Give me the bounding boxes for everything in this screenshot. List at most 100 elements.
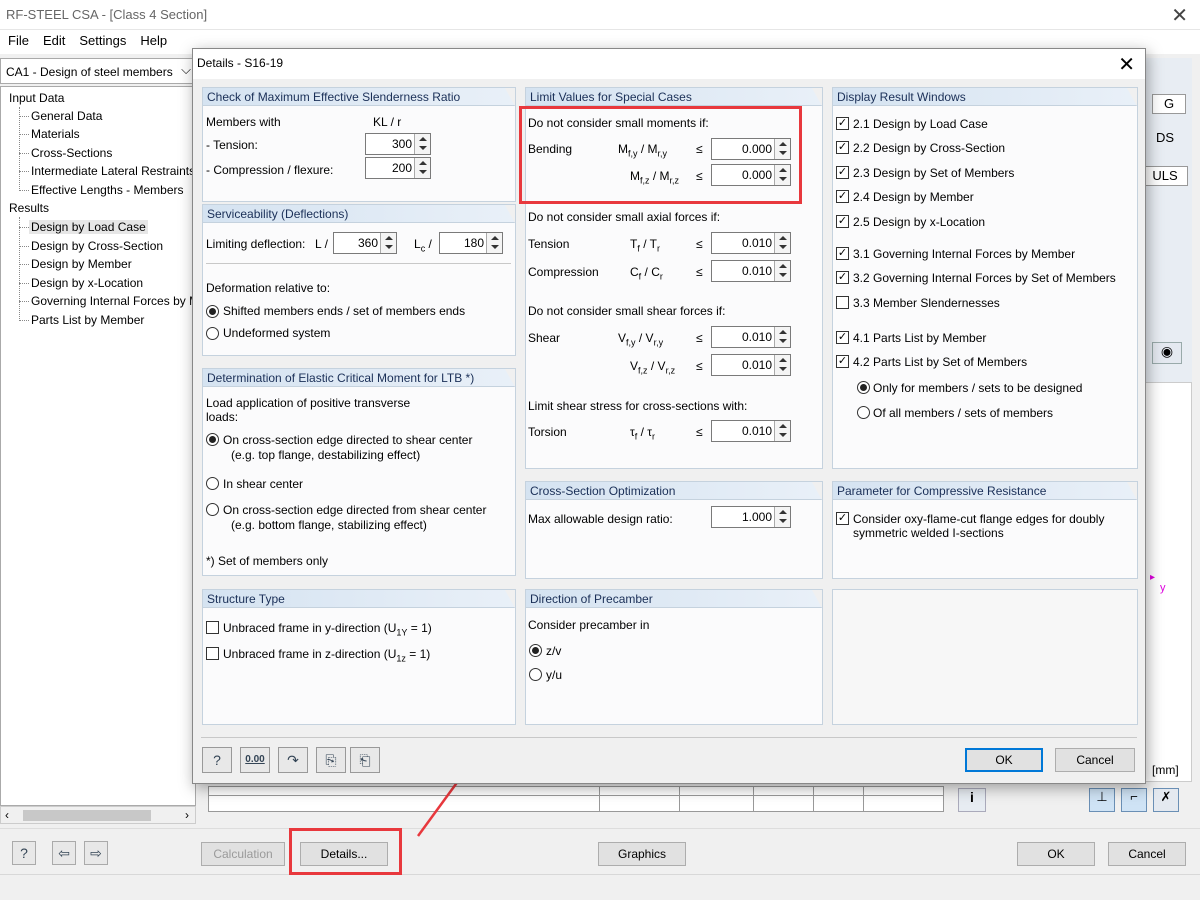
import-icon[interactable]: ⎗ — [350, 747, 380, 773]
checkbox-window-3-1[interactable]: ✓ — [836, 247, 849, 260]
deflection-limit-input[interactable]: 360 — [333, 232, 397, 254]
tree-header-results[interactable]: Results — [9, 201, 49, 215]
spin-arrows-icon[interactable] — [486, 233, 502, 253]
menu-help[interactable]: Help — [140, 33, 167, 48]
tree-item-governing-forces[interactable]: Governing Internal Forces by Member — [31, 294, 195, 308]
spin-arrows-icon[interactable] — [774, 233, 790, 253]
cantilever-deflection-input[interactable]: 180 — [439, 232, 503, 254]
spin-arrows-icon[interactable] — [380, 233, 396, 253]
tension-limit-input[interactable]: 0.010 — [711, 232, 791, 254]
checkbox-window-3-2[interactable]: ✓ — [836, 271, 849, 284]
dialog-cancel-button[interactable]: Cancel — [1055, 748, 1135, 772]
calculation-button[interactable]: Calculation — [201, 842, 285, 866]
radio-in-shear-center[interactable] — [206, 477, 219, 490]
next-window-icon[interactable]: ⇨ — [84, 841, 108, 865]
help-icon[interactable]: ? — [202, 747, 232, 773]
tree-item-effective-lengths[interactable]: Effective Lengths - Members — [31, 183, 184, 197]
radio-undeformed[interactable] — [206, 327, 219, 340]
export-icon[interactable]: ⎘ — [316, 747, 346, 773]
tension-slenderness-input[interactable]: 300 — [365, 133, 431, 155]
checkbox-window-4-1[interactable]: ✓ — [836, 331, 849, 344]
radio-all-members[interactable] — [857, 406, 870, 419]
radio-edge-from-shear-center[interactable] — [206, 503, 219, 516]
scroll-right-icon[interactable]: › — [185, 808, 189, 822]
tab-g[interactable]: G — [1152, 94, 1186, 114]
spin-value: 180 — [463, 236, 484, 250]
radio-precamber-yu[interactable] — [529, 668, 542, 681]
group-header: Limit Values for Special Cases — [526, 88, 822, 106]
previous-window-icon[interactable]: ⇦ — [52, 841, 76, 865]
spin-value: 0.010 — [741, 264, 772, 278]
help-icon[interactable]: ? — [12, 841, 36, 865]
undo-icon[interactable]: ↷ — [278, 747, 308, 773]
tree-item-design-by-cross-section[interactable]: Design by Cross-Section — [31, 239, 163, 253]
graphic-canvas[interactable] — [1140, 382, 1192, 782]
main-cancel-button[interactable]: Cancel — [1108, 842, 1186, 866]
tab-uls[interactable]: ULS — [1142, 166, 1188, 186]
checkbox-window-4-2[interactable]: ✓ — [836, 355, 849, 368]
info-icon[interactable]: i — [958, 788, 986, 812]
case-select-value: CA1 - Design of steel members — [6, 65, 173, 79]
spin-arrows-icon[interactable] — [774, 327, 790, 347]
member-view-icon[interactable]: ⊥ — [1089, 788, 1115, 812]
tree-item-parts-list[interactable]: Parts List by Member — [31, 313, 144, 327]
tree-item-design-by-load-case[interactable]: Design by Load Case — [29, 220, 148, 234]
shear-y-limit-input[interactable]: 0.010 — [711, 326, 791, 348]
checkbox-oxy-flame-cut[interactable]: ✓ — [836, 512, 849, 525]
menu-file[interactable]: File — [8, 33, 29, 48]
spin-arrows-icon[interactable] — [414, 158, 430, 178]
tree-item-design-by-x-location[interactable]: Design by x-Location — [31, 276, 143, 290]
case-select[interactable]: CA1 - Design of steel members ⌵ — [0, 58, 196, 84]
checkbox-window-2-5[interactable]: ✓ — [836, 215, 849, 228]
spin-arrows-icon[interactable] — [774, 355, 790, 375]
checkbox-window-2-4[interactable]: ✓ — [836, 190, 849, 203]
checkbox-window-2-3[interactable]: ✓ — [836, 166, 849, 179]
tree-item-lateral-restraints[interactable]: Intermediate Lateral Restraints — [31, 164, 195, 178]
tree-header-input[interactable]: Input Data — [9, 91, 64, 105]
compression-limit-input[interactable]: 0.010 — [711, 260, 791, 282]
radio-edge-to-shear-center[interactable] — [206, 433, 219, 446]
menu-settings[interactable]: Settings — [79, 33, 126, 48]
scroll-left-icon[interactable]: ‹ — [5, 808, 9, 822]
reset-view-icon[interactable]: ✗ — [1153, 788, 1179, 812]
dialog-ok-button[interactable]: OK — [965, 748, 1043, 772]
table-column-divider — [813, 787, 814, 811]
spin-arrows-icon[interactable] — [774, 507, 790, 527]
radio-shifted-ends[interactable] — [206, 305, 219, 318]
main-ok-button[interactable]: OK — [1017, 842, 1095, 866]
shear-z-limit-input[interactable]: 0.010 — [711, 354, 791, 376]
dialog-close-icon[interactable]: ✕ — [1118, 52, 1135, 77]
radio-only-designed[interactable] — [857, 381, 870, 394]
axes-icon[interactable]: ⌐ — [1121, 788, 1147, 812]
checkbox-window-2-2[interactable]: ✓ — [836, 141, 849, 154]
tree-item-design-by-member[interactable]: Design by Member — [31, 257, 132, 271]
unbraced-y-label: Unbraced frame in y-direction (U1Y = 1) — [223, 621, 432, 637]
checkbox-unbraced-y[interactable] — [206, 621, 219, 634]
graphics-button[interactable]: Graphics — [598, 842, 686, 866]
tree-item-general-data[interactable]: General Data — [31, 109, 102, 123]
group-header: Display Result Windows — [833, 88, 1137, 106]
tab-ds[interactable]: DS — [1142, 122, 1188, 156]
spin-arrows-icon[interactable] — [774, 421, 790, 441]
group-title: Display Result Windows — [837, 90, 966, 104]
radio-precamber-zv[interactable] — [529, 644, 542, 657]
window-close-icon[interactable]: ✕ — [1171, 3, 1188, 28]
torsion-limit-input[interactable]: 0.010 — [711, 420, 791, 442]
tree-horizontal-scrollbar[interactable]: ‹ › — [0, 806, 196, 824]
eye-icon[interactable]: ◉ — [1152, 342, 1182, 364]
tree-item-materials[interactable]: Materials — [31, 127, 80, 141]
decimal-places-icon[interactable]: 0.00 — [240, 747, 270, 773]
radio-only-designed-label: Only for members / sets to be designed — [873, 381, 1083, 395]
deformation-label: Deformation relative to: — [206, 281, 331, 295]
menu-edit[interactable]: Edit — [43, 33, 65, 48]
spin-arrows-icon[interactable] — [774, 261, 790, 281]
checkbox-window-3-3[interactable] — [836, 296, 849, 309]
checkbox-window-2-1[interactable]: ✓ — [836, 117, 849, 130]
scrollbar-thumb[interactable] — [23, 810, 151, 821]
compression-slenderness-input[interactable]: 200 — [365, 157, 431, 179]
max-design-ratio-input[interactable]: 1.000 — [711, 506, 791, 528]
checkbox-unbraced-z[interactable] — [206, 647, 219, 660]
tree-item-cross-sections[interactable]: Cross-Sections — [31, 146, 112, 160]
spin-arrows-icon[interactable] — [414, 134, 430, 154]
radio-undeformed-label: Undeformed system — [223, 326, 331, 340]
